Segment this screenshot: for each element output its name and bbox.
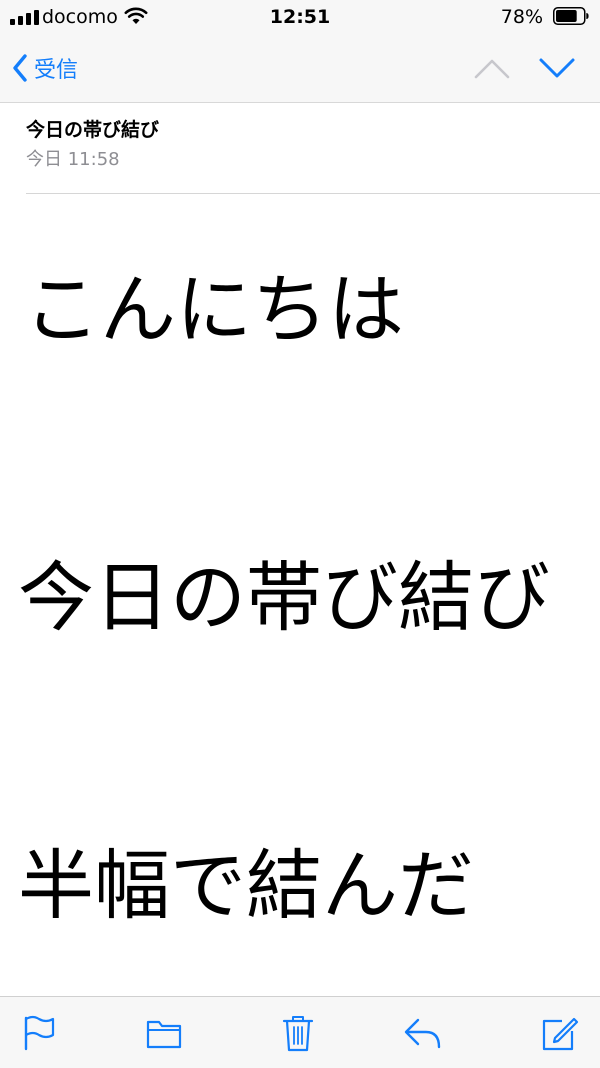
message-header: 今日の帯び結び 今日 11:58 bbox=[26, 103, 600, 194]
chevron-down-icon[interactable] bbox=[538, 54, 576, 82]
body-line: 半幅で結んだ bbox=[18, 841, 474, 930]
body-line: 今日の帯び結び bbox=[18, 553, 550, 642]
message-body: こんにちは 今日の帯び結び 半幅で結んだ bbox=[0, 195, 600, 995]
reply-icon[interactable] bbox=[402, 1013, 442, 1053]
message-subject: 今日の帯び結び bbox=[26, 119, 160, 141]
back-button-label: 受信 bbox=[34, 58, 79, 83]
battery-icon bbox=[553, 7, 589, 25]
back-button[interactable]: 受信 bbox=[12, 50, 78, 86]
mail-message-screen: docomo 12:51 78% 受信 今日の帯び結び 今日 11:58 こんに… bbox=[0, 0, 600, 1068]
chevron-left-icon bbox=[13, 54, 27, 82]
folder-icon[interactable] bbox=[144, 1013, 184, 1053]
flag-icon[interactable] bbox=[20, 1013, 60, 1053]
compose-icon[interactable] bbox=[540, 1013, 580, 1053]
message-date: 今日 11:58 bbox=[26, 149, 120, 170]
navigation-bar: 受信 bbox=[0, 36, 600, 102]
top-bar-area: docomo 12:51 78% 受信 bbox=[0, 0, 600, 103]
trash-icon[interactable] bbox=[278, 1013, 318, 1053]
body-line: こんにちは bbox=[24, 265, 404, 354]
battery-percent: 78% bbox=[500, 6, 543, 28]
status-bar: docomo 12:51 78% bbox=[0, 0, 600, 36]
bottom-toolbar bbox=[0, 996, 600, 1068]
chevron-up-icon[interactable] bbox=[474, 54, 510, 82]
